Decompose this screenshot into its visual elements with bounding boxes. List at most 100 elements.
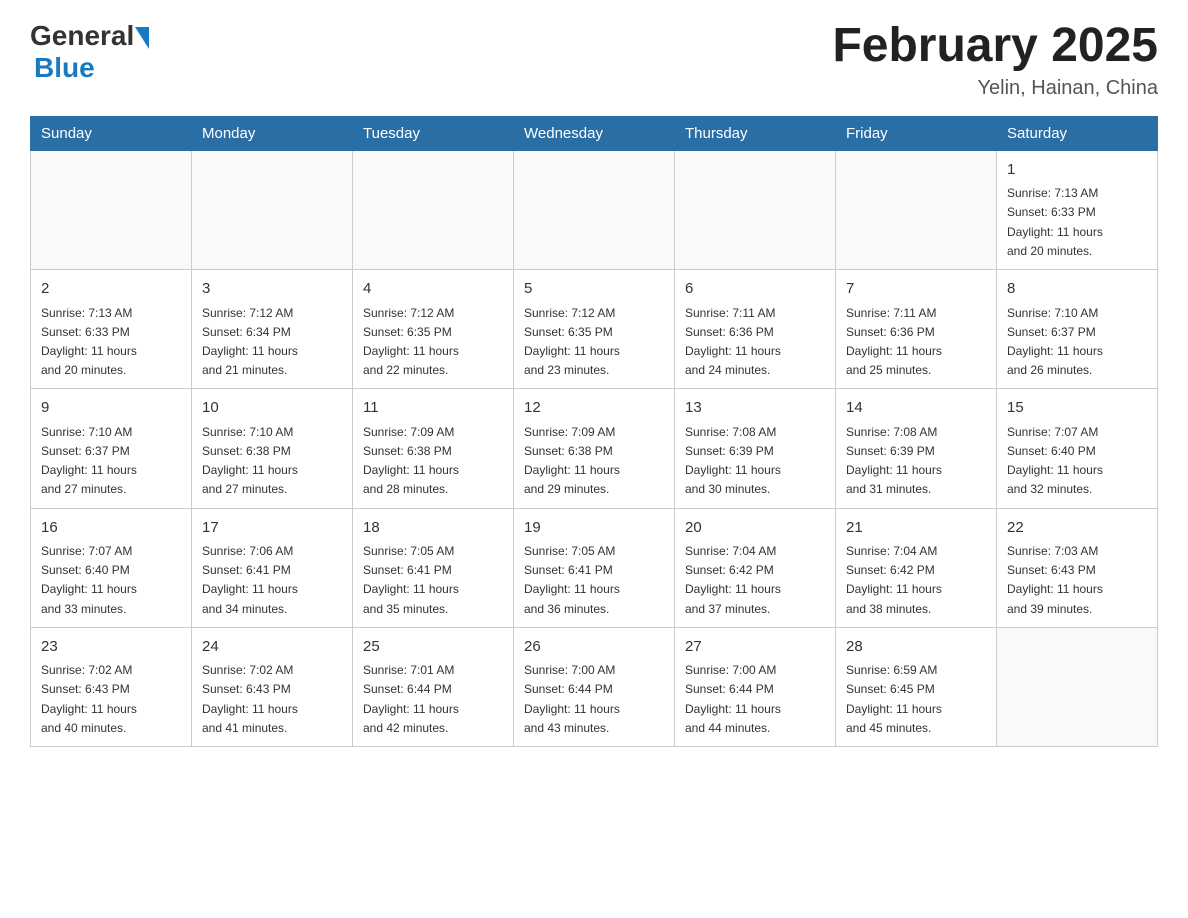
day-info: Sunrise: 7:02 AM Sunset: 6:43 PM Dayligh… xyxy=(202,661,342,738)
day-info: Sunrise: 7:08 AM Sunset: 6:39 PM Dayligh… xyxy=(685,423,825,500)
calendar-cell: 13 Sunrise: 7:08 AM Sunset: 6:39 PM Dayli… xyxy=(675,389,836,508)
location-text: Yelin, Hainan, China xyxy=(832,77,1158,100)
calendar-cell: 28Sunrise: 6:59 AM Sunset: 6:45 PM Dayli… xyxy=(836,627,997,746)
day-info: Sunrise: 7:00 AM Sunset: 6:44 PM Dayligh… xyxy=(685,661,825,738)
day-info: Sunrise: 7:11 AM Sunset: 6:36 PM Dayligh… xyxy=(685,304,825,381)
day-info: Sunrise: 7:05 AM Sunset: 6:41 PM Dayligh… xyxy=(363,542,503,619)
day-info: Sunrise: 7:04 AM Sunset: 6:42 PM Dayligh… xyxy=(846,542,986,619)
day-info: Sunrise: 7:13 AM Sunset: 6:33 PM Dayligh… xyxy=(1007,184,1147,261)
calendar-cell: 2 Sunrise: 7:13 AM Sunset: 6:33 PM Daylig… xyxy=(31,270,192,389)
week-row-2: 2 Sunrise: 7:13 AM Sunset: 6:33 PM Daylig… xyxy=(31,270,1158,389)
week-row-4: 16Sunrise: 7:07 AM Sunset: 6:40 PM Dayli… xyxy=(31,508,1158,627)
logo-blue-text: Blue xyxy=(34,52,95,84)
day-number: 1 xyxy=(1007,159,1147,182)
weekday-header-saturday: Saturday xyxy=(997,116,1158,150)
calendar-cell: 9 Sunrise: 7:10 AM Sunset: 6:37 PM Daylig… xyxy=(31,389,192,508)
calendar-cell: 26Sunrise: 7:00 AM Sunset: 6:44 PM Dayli… xyxy=(514,627,675,746)
calendar-cell: 25Sunrise: 7:01 AM Sunset: 6:44 PM Dayli… xyxy=(353,627,514,746)
calendar-cell: 22Sunrise: 7:03 AM Sunset: 6:43 PM Dayli… xyxy=(997,508,1158,627)
day-info: Sunrise: 6:59 AM Sunset: 6:45 PM Dayligh… xyxy=(846,661,986,738)
day-number: 18 xyxy=(363,517,503,540)
day-info: Sunrise: 7:01 AM Sunset: 6:44 PM Dayligh… xyxy=(363,661,503,738)
calendar-cell: 23Sunrise: 7:02 AM Sunset: 6:43 PM Dayli… xyxy=(31,627,192,746)
day-info: Sunrise: 7:10 AM Sunset: 6:38 PM Dayligh… xyxy=(202,423,342,500)
day-number: 11 xyxy=(363,397,503,420)
calendar-cell xyxy=(353,150,514,269)
day-info: Sunrise: 7:13 AM Sunset: 6:33 PM Dayligh… xyxy=(41,304,181,381)
calendar-cell: 27Sunrise: 7:00 AM Sunset: 6:44 PM Dayli… xyxy=(675,627,836,746)
day-number: 6 xyxy=(685,278,825,301)
day-number: 13 xyxy=(685,397,825,420)
calendar-cell: 15 Sunrise: 7:07 AM Sunset: 6:40 PM Dayli… xyxy=(997,389,1158,508)
day-info: Sunrise: 7:12 AM Sunset: 6:35 PM Dayligh… xyxy=(363,304,503,381)
weekday-header-monday: Monday xyxy=(192,116,353,150)
week-row-5: 23Sunrise: 7:02 AM Sunset: 6:43 PM Dayli… xyxy=(31,627,1158,746)
day-info: Sunrise: 7:06 AM Sunset: 6:41 PM Dayligh… xyxy=(202,542,342,619)
logo-triangle-icon xyxy=(135,27,149,49)
day-number: 20 xyxy=(685,517,825,540)
day-number: 21 xyxy=(846,517,986,540)
day-number: 2 xyxy=(41,278,181,301)
calendar-cell: 1Sunrise: 7:13 AM Sunset: 6:33 PM Daylig… xyxy=(997,150,1158,269)
day-number: 14 xyxy=(846,397,986,420)
weekday-header-tuesday: Tuesday xyxy=(353,116,514,150)
day-number: 9 xyxy=(41,397,181,420)
calendar-cell: 19Sunrise: 7:05 AM Sunset: 6:41 PM Dayli… xyxy=(514,508,675,627)
calendar-cell: 16Sunrise: 7:07 AM Sunset: 6:40 PM Dayli… xyxy=(31,508,192,627)
day-number: 7 xyxy=(846,278,986,301)
day-number: 5 xyxy=(524,278,664,301)
day-info: Sunrise: 7:00 AM Sunset: 6:44 PM Dayligh… xyxy=(524,661,664,738)
day-number: 23 xyxy=(41,636,181,659)
day-info: Sunrise: 7:12 AM Sunset: 6:35 PM Dayligh… xyxy=(524,304,664,381)
day-number: 4 xyxy=(363,278,503,301)
weekday-header-row: SundayMondayTuesdayWednesdayThursdayFrid… xyxy=(31,116,1158,150)
day-info: Sunrise: 7:09 AM Sunset: 6:38 PM Dayligh… xyxy=(363,423,503,500)
day-info: Sunrise: 7:10 AM Sunset: 6:37 PM Dayligh… xyxy=(1007,304,1147,381)
calendar-cell xyxy=(675,150,836,269)
calendar-cell: 18Sunrise: 7:05 AM Sunset: 6:41 PM Dayli… xyxy=(353,508,514,627)
logo-top: General xyxy=(30,20,149,52)
day-info: Sunrise: 7:08 AM Sunset: 6:39 PM Dayligh… xyxy=(846,423,986,500)
weekday-header-thursday: Thursday xyxy=(675,116,836,150)
day-number: 16 xyxy=(41,517,181,540)
day-info: Sunrise: 7:07 AM Sunset: 6:40 PM Dayligh… xyxy=(1007,423,1147,500)
day-number: 26 xyxy=(524,636,664,659)
calendar-cell xyxy=(514,150,675,269)
day-number: 27 xyxy=(685,636,825,659)
calendar-cell: 10 Sunrise: 7:10 AM Sunset: 6:38 PM Dayli… xyxy=(192,389,353,508)
calendar-cell xyxy=(31,150,192,269)
page-header: General Blue February 2025 Yelin, Hainan… xyxy=(30,20,1158,100)
month-title: February 2025 xyxy=(832,20,1158,73)
title-block: February 2025 Yelin, Hainan, China xyxy=(832,20,1158,100)
calendar-cell: 3 Sunrise: 7:12 AM Sunset: 6:34 PM Daylig… xyxy=(192,270,353,389)
calendar-cell: 8 Sunrise: 7:10 AM Sunset: 6:37 PM Daylig… xyxy=(997,270,1158,389)
day-info: Sunrise: 7:03 AM Sunset: 6:43 PM Dayligh… xyxy=(1007,542,1147,619)
day-info: Sunrise: 7:12 AM Sunset: 6:34 PM Dayligh… xyxy=(202,304,342,381)
calendar-cell: 14 Sunrise: 7:08 AM Sunset: 6:39 PM Dayli… xyxy=(836,389,997,508)
logo: General Blue xyxy=(30,20,149,84)
day-info: Sunrise: 7:02 AM Sunset: 6:43 PM Dayligh… xyxy=(41,661,181,738)
calendar-cell: 6 Sunrise: 7:11 AM Sunset: 6:36 PM Daylig… xyxy=(675,270,836,389)
week-row-3: 9 Sunrise: 7:10 AM Sunset: 6:37 PM Daylig… xyxy=(31,389,1158,508)
day-number: 8 xyxy=(1007,278,1147,301)
logo-general-text: General xyxy=(30,20,134,52)
calendar-table: SundayMondayTuesdayWednesdayThursdayFrid… xyxy=(30,116,1158,747)
calendar-cell xyxy=(836,150,997,269)
day-number: 15 xyxy=(1007,397,1147,420)
day-info: Sunrise: 7:11 AM Sunset: 6:36 PM Dayligh… xyxy=(846,304,986,381)
calendar-cell: 17Sunrise: 7:06 AM Sunset: 6:41 PM Dayli… xyxy=(192,508,353,627)
weekday-header-wednesday: Wednesday xyxy=(514,116,675,150)
calendar-cell: 5 Sunrise: 7:12 AM Sunset: 6:35 PM Daylig… xyxy=(514,270,675,389)
calendar-cell: 20Sunrise: 7:04 AM Sunset: 6:42 PM Dayli… xyxy=(675,508,836,627)
day-info: Sunrise: 7:04 AM Sunset: 6:42 PM Dayligh… xyxy=(685,542,825,619)
day-number: 3 xyxy=(202,278,342,301)
day-info: Sunrise: 7:05 AM Sunset: 6:41 PM Dayligh… xyxy=(524,542,664,619)
day-number: 17 xyxy=(202,517,342,540)
calendar-cell: 11 Sunrise: 7:09 AM Sunset: 6:38 PM Dayli… xyxy=(353,389,514,508)
day-number: 10 xyxy=(202,397,342,420)
calendar-cell: 12Sunrise: 7:09 AM Sunset: 6:38 PM Dayli… xyxy=(514,389,675,508)
day-info: Sunrise: 7:10 AM Sunset: 6:37 PM Dayligh… xyxy=(41,423,181,500)
day-number: 24 xyxy=(202,636,342,659)
day-info: Sunrise: 7:07 AM Sunset: 6:40 PM Dayligh… xyxy=(41,542,181,619)
day-number: 12 xyxy=(524,397,664,420)
